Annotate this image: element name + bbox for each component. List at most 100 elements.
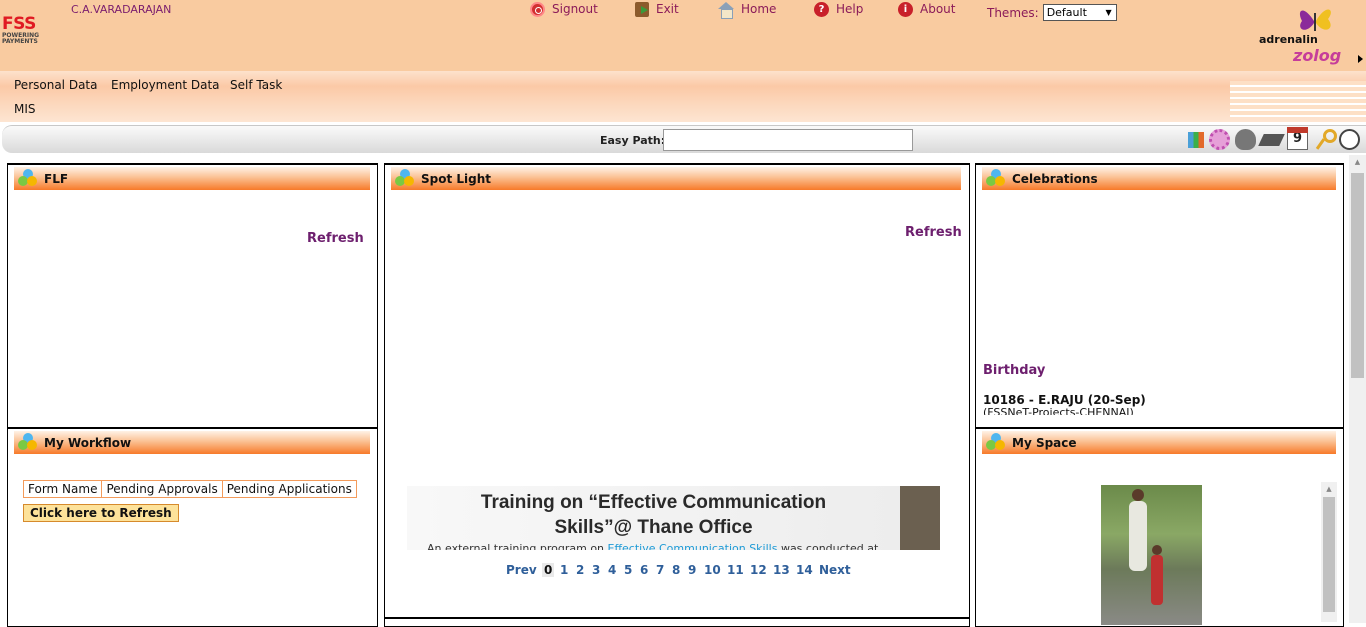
banner-photo xyxy=(900,486,940,550)
spotlight-refresh-link[interactable]: Refresh xyxy=(905,225,962,240)
easy-path-bar: Easy Path: 9 xyxy=(2,125,1366,153)
theme-select[interactable]: Default ▼ xyxy=(1042,4,1117,21)
pager-page-13[interactable]: 13 xyxy=(773,563,790,577)
flf-title: FLF xyxy=(44,171,69,186)
menu-employment-data[interactable]: Employment Data xyxy=(111,78,220,92)
header: FSS POWERING PAYMENTS C.A.VARADARAJAN Si… xyxy=(0,0,1366,71)
help-link[interactable]: ? Help xyxy=(814,0,863,18)
column-header: Form Name xyxy=(22,480,103,498)
page-scrollbar[interactable]: ▲ xyxy=(1349,155,1366,623)
quick-tools: 9 xyxy=(1188,127,1360,150)
spotlight-panel-header: Spot Light xyxy=(391,167,961,190)
spotlight-banner[interactable]: Training on “Effective Communication Ski… xyxy=(407,486,940,550)
workflow-panel-header: My Workflow xyxy=(14,431,370,454)
menu-mis[interactable]: MIS xyxy=(14,102,36,116)
adrenalin-zolog-logo: adrenalin zolog xyxy=(1258,4,1358,66)
table-header-row: Form Name Pending Approvals Pending Appl… xyxy=(22,480,357,498)
banner-text-pre: An external training program on xyxy=(427,542,608,550)
spotlight-title: Spot Light xyxy=(421,171,492,186)
menu-decoration xyxy=(1230,81,1366,117)
pager-page-14[interactable]: 14 xyxy=(796,563,813,577)
birthday-entry-department: (FSSNeT-Projects-CHENNAI) xyxy=(983,407,1134,415)
info-icon: i xyxy=(898,1,913,17)
portlet-icon xyxy=(986,169,1006,187)
portlet-icon xyxy=(395,169,415,187)
help-icon: ? xyxy=(814,1,829,17)
home-link[interactable]: Home xyxy=(718,0,777,19)
page-scrollbar-thumb[interactable] xyxy=(1351,173,1364,378)
pager-page-9[interactable]: 9 xyxy=(688,563,696,577)
help-label: Help xyxy=(836,2,864,16)
myspace-panel-header: My Space xyxy=(982,431,1336,454)
pager-page-2[interactable]: 2 xyxy=(576,563,584,577)
column-header: Pending Applications xyxy=(221,480,357,498)
about-label: About xyxy=(920,2,956,16)
scrollbar-thumb[interactable] xyxy=(1323,497,1335,612)
column-header: Pending Approvals xyxy=(101,480,223,498)
workflow-table: Form Name Pending Approvals Pending Appl… xyxy=(22,480,357,498)
pager-page-1[interactable]: 1 xyxy=(560,563,568,577)
theme-selected-value: Default xyxy=(1046,6,1087,19)
scroll-up-icon[interactable]: ▲ xyxy=(1321,482,1337,496)
brand-product: zolog xyxy=(1293,46,1342,65)
home-label: Home xyxy=(741,2,777,16)
birthday-entry: 10186 - E.RAJU (20-Sep) xyxy=(983,393,1146,407)
menu-personal-data[interactable]: Personal Data xyxy=(14,78,97,92)
scroll-up-icon[interactable]: ▲ xyxy=(1349,155,1366,169)
myspace-scrollbar[interactable]: ▲ xyxy=(1321,482,1337,622)
about-link[interactable]: i About xyxy=(898,0,955,18)
settings-flower-icon[interactable] xyxy=(1209,129,1230,150)
butterfly-icon xyxy=(1299,9,1331,31)
dropdown-arrow-icon: ▼ xyxy=(1105,8,1112,17)
exit-link[interactable]: Exit xyxy=(635,0,679,18)
pager-page-7[interactable]: 7 xyxy=(656,563,664,577)
signout-link[interactable]: Signout xyxy=(530,0,598,18)
easy-path-input[interactable] xyxy=(663,129,913,151)
pager-next[interactable]: Next xyxy=(819,563,851,577)
pager-page-3[interactable]: 3 xyxy=(592,563,600,577)
face-icon[interactable] xyxy=(1339,129,1360,150)
pager-page-12[interactable]: 12 xyxy=(750,563,767,577)
easy-path-label: Easy Path: xyxy=(600,134,666,147)
pager-page-11[interactable]: 11 xyxy=(727,563,744,577)
myspace-panel: My Space ▲ xyxy=(975,427,1344,627)
flf-refresh-link[interactable]: Refresh xyxy=(307,231,364,246)
pager-page-4[interactable]: 4 xyxy=(608,563,616,577)
banner-title-line-1: Training on “Effective Communication xyxy=(480,492,827,513)
banner-title-line-2: Skills”@ Thane Office xyxy=(554,517,753,538)
birthday-heading: Birthday xyxy=(983,363,1046,378)
flf-panel: FLF Refresh xyxy=(7,163,378,428)
exit-label: Exit xyxy=(656,2,679,16)
fss-logo[interactable]: FSS POWERING PAYMENTS xyxy=(2,16,46,45)
brand-text: adrenalin xyxy=(1259,33,1318,46)
myspace-photo xyxy=(1101,485,1202,625)
pager-page-8[interactable]: 8 xyxy=(672,563,680,577)
workflow-refresh-button[interactable]: Click here to Refresh xyxy=(23,504,179,522)
banner-text-post: was conducted at xyxy=(777,542,879,550)
pager-page-5[interactable]: 5 xyxy=(624,563,632,577)
user-profile-icon[interactable] xyxy=(1235,129,1256,150)
photo-person xyxy=(1129,489,1147,571)
pager-prev[interactable]: Prev xyxy=(506,563,537,577)
pager-page-0[interactable]: 0 xyxy=(542,563,555,577)
celebrations-title: Celebrations xyxy=(1012,171,1098,186)
menu-self-task[interactable]: Self Task xyxy=(230,78,282,92)
chart-icon[interactable] xyxy=(1188,132,1204,148)
portlet-icon xyxy=(18,433,38,451)
logo-tagline: POWERING PAYMENTS xyxy=(2,32,40,45)
portlet-icon xyxy=(986,433,1006,451)
key-icon[interactable] xyxy=(1313,129,1337,150)
themes-control: Themes: Default ▼ xyxy=(987,4,1117,21)
photo-child xyxy=(1151,545,1163,605)
themes-label: Themes: xyxy=(987,5,1039,20)
calendar-icon[interactable]: 9 xyxy=(1287,127,1308,150)
banner-text-link: Effective Communication Skills xyxy=(607,542,778,550)
lower-center-panel xyxy=(384,617,970,627)
username: C.A.VARADARAJAN xyxy=(71,3,172,16)
celebrations-panel-header: Celebrations xyxy=(982,167,1336,190)
pager-page-10[interactable]: 10 xyxy=(704,563,721,577)
graduation-cap-icon[interactable] xyxy=(1258,134,1285,146)
pager-page-6[interactable]: 6 xyxy=(640,563,648,577)
power-icon xyxy=(530,1,545,17)
caret-right-icon[interactable] xyxy=(1358,55,1363,63)
